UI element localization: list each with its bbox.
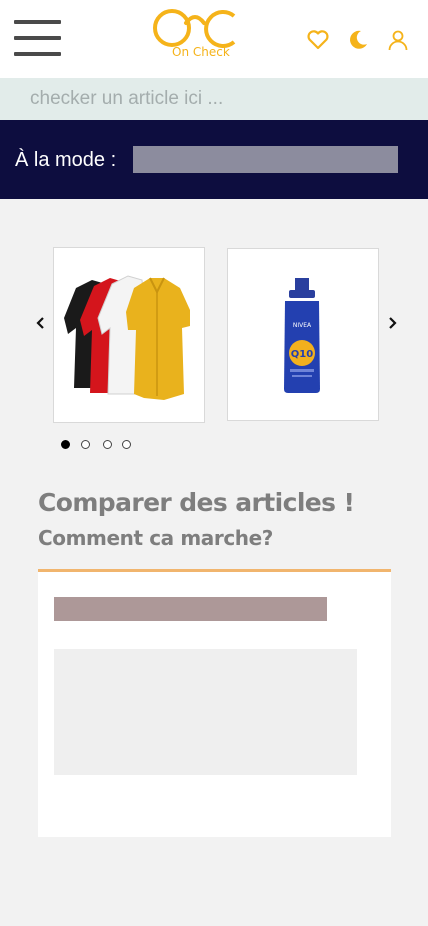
svg-text:Q10: Q10 (291, 349, 313, 360)
user-icon[interactable] (386, 28, 410, 52)
panel-content-placeholder (54, 649, 357, 775)
carousel-dot[interactable] (61, 440, 70, 449)
product-card-lotion[interactable]: NIVEA Q10 (227, 248, 379, 421)
lotion-product-image: NIVEA Q10 (284, 278, 320, 393)
heart-icon[interactable] (306, 28, 330, 52)
chevron-left-icon[interactable] (34, 316, 48, 330)
product-carousel: NIVEA Q10 (0, 240, 428, 460)
trending-ticker[interactable] (133, 146, 398, 173)
carousel-dot[interactable] (103, 440, 112, 449)
compare-title: Comparer des articles ! (38, 488, 355, 517)
app-header: On Check (0, 0, 428, 78)
panel-heading-placeholder (54, 597, 327, 621)
moon-icon[interactable] (346, 28, 370, 52)
trending-banner: À la mode : (0, 120, 428, 199)
oncheck-logo[interactable]: On Check (150, 4, 242, 60)
logo-text-on: On Check (172, 45, 230, 59)
svg-text:NIVEA: NIVEA (293, 322, 312, 329)
compare-panel (38, 569, 391, 837)
hamburger-menu-icon[interactable] (14, 20, 61, 58)
product-card-shirts[interactable] (53, 247, 205, 423)
how-it-works-subtitle: Comment ca marche? (38, 526, 273, 550)
search-input[interactable] (0, 78, 428, 120)
chevron-right-icon[interactable] (385, 316, 399, 330)
carousel-dot[interactable] (122, 440, 131, 449)
carousel-dot[interactable] (81, 440, 90, 449)
search-bar (0, 78, 428, 120)
trending-label: À la mode : (15, 149, 117, 171)
shirts-product-image (64, 275, 190, 400)
